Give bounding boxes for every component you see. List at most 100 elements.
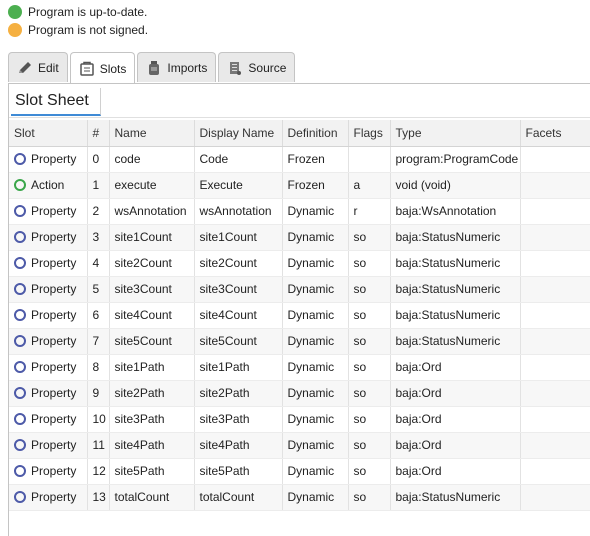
slot-kind-label: Property	[31, 308, 77, 322]
cell-type: baja:Ord	[390, 406, 521, 433]
column-header-slot[interactable]: Slot	[9, 120, 88, 147]
table-row[interactable]: Property 3 site1Count site1Count Dynamic so ba…	[9, 224, 590, 251]
status-up-to-date: Program is up-to-date.	[8, 4, 147, 20]
cell-display-name: site1Path	[194, 354, 283, 381]
slot-kind-cell: Property	[9, 276, 88, 303]
slot-kind-label: Property	[31, 360, 77, 374]
cell-facets	[520, 458, 590, 485]
view-tabs: Edit Slots Imports Source	[8, 52, 296, 84]
slot-kind-label: Property	[31, 438, 77, 452]
cell-definition: Frozen	[282, 172, 349, 199]
table-row[interactable]: Property 0 code Code Frozen program:ProgramCo…	[9, 146, 590, 173]
cell-flags: so	[348, 354, 391, 381]
cell-name: wsAnnotation	[109, 198, 195, 225]
cell-name: site5Count	[109, 328, 195, 355]
cell-index: 9	[87, 380, 110, 407]
cell-definition: Dynamic	[282, 276, 349, 303]
cell-facets	[520, 354, 590, 381]
table-row[interactable]: Property 5 site3Count site3Count Dynamic so ba…	[9, 276, 590, 303]
cell-definition: Dynamic	[282, 354, 349, 381]
cell-definition: Dynamic	[282, 198, 349, 225]
tab-label: Edit	[38, 60, 59, 75]
cell-index: 13	[87, 484, 110, 511]
slot-kind-cell: Property	[9, 250, 88, 277]
orange-status-dot-icon	[8, 23, 22, 37]
cell-name: site3Path	[109, 406, 195, 433]
jar-icon	[146, 60, 162, 76]
table-row[interactable]: Property 13 totalCount totalCount Dynamic so b…	[9, 484, 590, 511]
slot-kind-label: Property	[31, 282, 77, 296]
column-header-flags[interactable]: Flags	[348, 120, 391, 147]
title-divider	[9, 117, 590, 118]
tab-slots[interactable]: Slots	[69, 52, 136, 84]
table-row[interactable]: Property 11 site4Path site4Path Dynamic so baj…	[9, 432, 590, 459]
slot-kind-label: Property	[31, 464, 77, 478]
table-row[interactable]: Property 7 site5Count site5Count Dynamic so ba…	[9, 328, 590, 355]
table-row[interactable]: Property 10 site3Path site3Path Dynamic so baj…	[9, 406, 590, 433]
property-slot-icon	[14, 257, 26, 269]
column-header-facets[interactable]: Facets	[520, 120, 590, 147]
cell-facets	[520, 224, 590, 251]
cell-name: site4Count	[109, 302, 195, 329]
cell-facets	[520, 146, 590, 173]
cell-index: 8	[87, 354, 110, 381]
column-header-display-name[interactable]: Display Name	[194, 120, 283, 147]
cell-name: site4Path	[109, 432, 195, 459]
table-row[interactable]: Property 6 site4Count site4Count Dynamic so ba…	[9, 302, 590, 329]
cell-facets	[520, 276, 590, 303]
table-row[interactable]: Property 8 site1Path site1Path Dynamic so baja…	[9, 354, 590, 381]
slot-table: Slot # Name Display Name Definition Flag…	[9, 120, 590, 511]
slot-kind-label: Property	[31, 230, 77, 244]
table-row[interactable]: Property 12 site5Path site5Path Dynamic so baj…	[9, 458, 590, 485]
cell-type: baja:StatusNumeric	[390, 328, 521, 355]
cell-flags: so	[348, 250, 391, 277]
slot-kind-cell: Property	[9, 432, 88, 459]
column-header-type[interactable]: Type	[390, 120, 521, 147]
tab-edit[interactable]: Edit	[8, 52, 68, 82]
column-header-name[interactable]: Name	[109, 120, 195, 147]
tab-imports[interactable]: Imports	[137, 52, 217, 82]
cell-index: 7	[87, 328, 110, 355]
cell-type: baja:WsAnnotation	[390, 198, 521, 225]
table-row[interactable]: Property 2 wsAnnotation wsAnnotation Dynamic…	[9, 198, 590, 225]
slot-kind-cell: Property	[9, 224, 88, 251]
slot-kind-label: Action	[31, 178, 65, 192]
cell-name: site2Path	[109, 380, 195, 407]
property-slot-icon	[14, 283, 26, 295]
column-header-definition[interactable]: Definition	[282, 120, 349, 147]
slot-sheet-pane: Slot Sheet Slot # Name Display Name Defi…	[8, 84, 590, 536]
slot-kind-cell: Property	[9, 198, 88, 225]
property-slot-icon	[14, 231, 26, 243]
cell-type: program:ProgramCode	[390, 146, 521, 173]
table-row[interactable]: Property 9 site2Path site2Path Dynamic so baja…	[9, 380, 590, 407]
slot-kind-cell: Property	[9, 146, 88, 173]
cell-definition: Dynamic	[282, 484, 349, 511]
slot-kind-label: Property	[31, 152, 77, 166]
cell-facets	[520, 406, 590, 433]
tab-label: Source	[248, 60, 287, 75]
cell-facets	[520, 432, 590, 459]
cell-display-name: site3Path	[194, 406, 283, 433]
cell-flags: so	[348, 432, 391, 459]
column-header-index[interactable]: #	[87, 120, 110, 147]
cell-display-name: site4Path	[194, 432, 283, 459]
cell-flags: r	[348, 198, 391, 225]
cell-facets	[520, 380, 590, 407]
slot-kind-label: Property	[31, 490, 77, 504]
table-row[interactable]: Action 1 execute Execute Frozen a void (void)	[9, 172, 590, 199]
cell-flags	[348, 146, 391, 173]
property-slot-icon	[14, 439, 26, 451]
cell-index: 4	[87, 250, 110, 277]
cell-facets	[520, 198, 590, 225]
cell-definition: Dynamic	[282, 250, 349, 277]
cell-type: baja:StatusNumeric	[390, 276, 521, 303]
cell-index: 3	[87, 224, 110, 251]
cell-index: 0	[87, 146, 110, 173]
cell-type: void (void)	[390, 172, 521, 199]
cell-flags: a	[348, 172, 391, 199]
tab-source[interactable]: Source	[218, 52, 296, 82]
tab-label: Slots	[99, 61, 127, 76]
table-row[interactable]: Property 4 site2Count site2Count Dynamic so ba…	[9, 250, 590, 277]
property-slot-icon	[14, 413, 26, 425]
cell-flags: so	[348, 224, 391, 251]
